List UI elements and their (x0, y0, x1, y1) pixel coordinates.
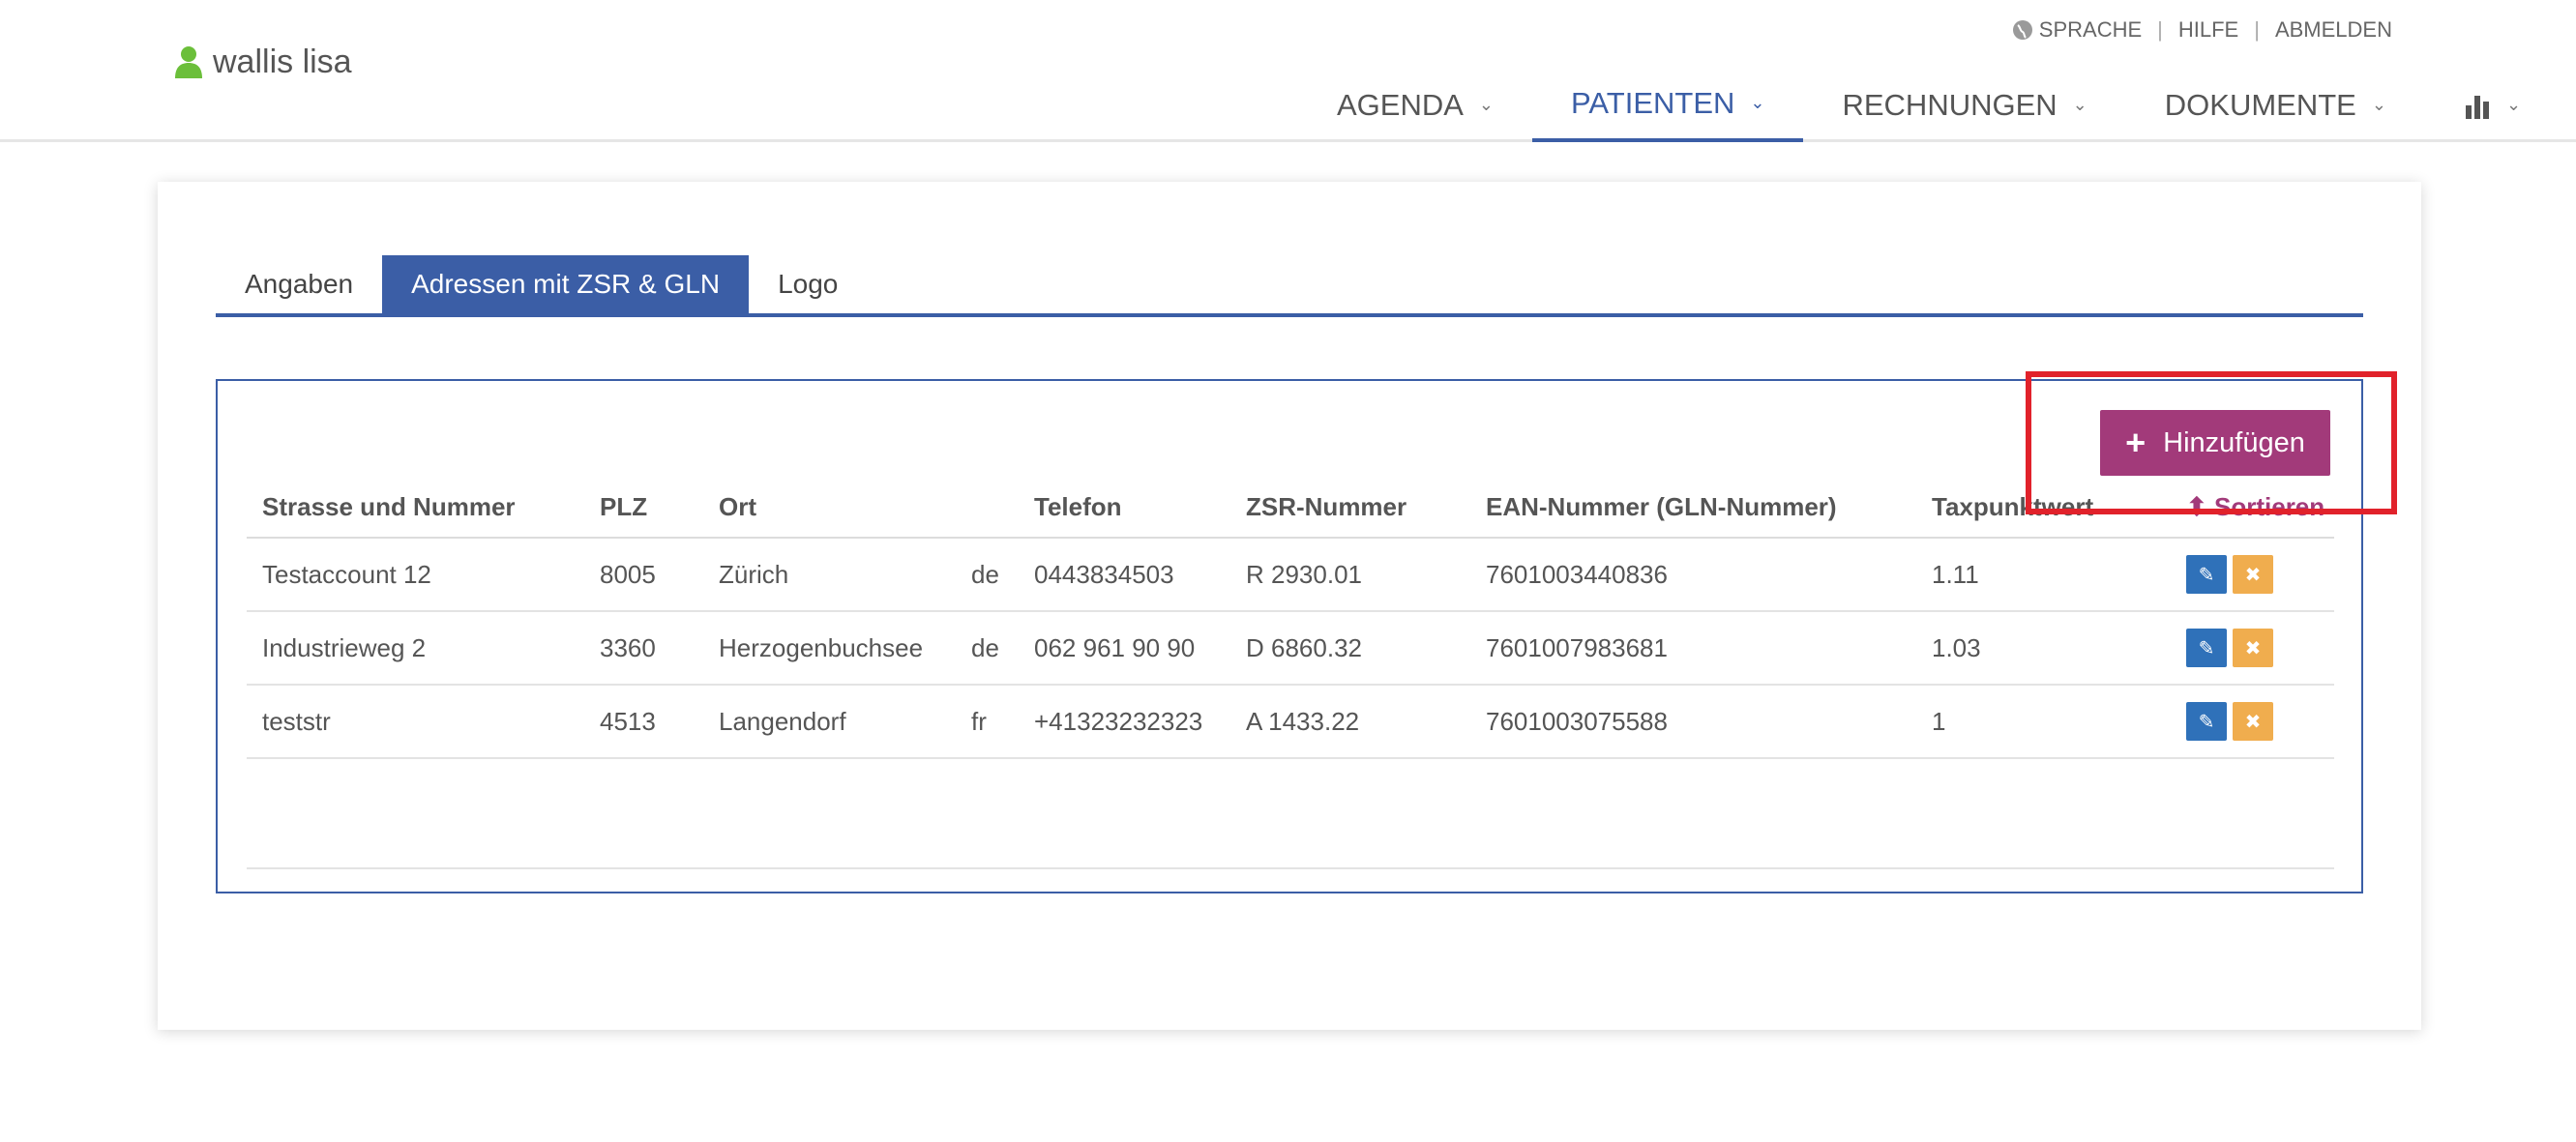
nav-statistics[interactable]: ⌄ (2425, 68, 2560, 142)
nav-agenda[interactable]: AGENDA ⌄ (1298, 68, 1532, 142)
cell-street: Testaccount 12 (247, 538, 584, 612)
user-name: wallis lisa (213, 43, 352, 80)
main-nav: AGENDA ⌄ PATIENTEN ⌄ RECHNUNGEN ⌄ DOKUME… (1298, 68, 2576, 145)
edit-icon[interactable]: ✎ (2186, 702, 2227, 741)
cell-street: teststr (247, 685, 584, 759)
address-table: Strasse und Nummer PLZ Ort Telefon ZSR-N… (247, 478, 2334, 869)
table-row: teststr 4513 Langendorf fr +41323232323 … (247, 685, 2334, 759)
table-spacer-row (247, 758, 2334, 869)
cell-plz: 4513 (584, 685, 703, 759)
cell-tax: 1.03 (1916, 611, 2171, 686)
close-icon[interactable]: ✖ (2233, 629, 2273, 667)
chevron-down-icon: ⌄ (1478, 95, 1495, 114)
table-row: Industrieweg 2 3360 Herzogenbuchsee de 0… (247, 611, 2334, 686)
col-lang (956, 478, 1019, 539)
cell-lang: de (956, 538, 1019, 612)
chevron-down-icon: ⌄ (2505, 95, 2522, 114)
cell-street: Industrieweg 2 (247, 611, 584, 686)
cell-actions: ✎ ✖ (2171, 538, 2334, 612)
cell-telefon: 062 961 90 90 (1019, 611, 1230, 686)
nav-dokumente-label: DOKUMENTE (2164, 87, 2356, 122)
user-icon (175, 46, 202, 78)
cell-plz: 8005 (584, 538, 703, 612)
tab-adressen[interactable]: Adressen mit ZSR & GLN (382, 255, 750, 313)
cell-actions: ✎ ✖ (2171, 685, 2334, 759)
cell-tax: 1.11 (1916, 538, 2171, 612)
header: wallis lisa SPRACHE | HILFE | ABMELDEN A… (0, 0, 2576, 142)
edit-icon[interactable]: ✎ (2186, 629, 2227, 667)
col-telefon: Telefon (1019, 478, 1230, 539)
cell-tax: 1 (1916, 685, 2171, 759)
close-icon[interactable]: ✖ (2233, 555, 2273, 594)
col-ort: Ort (703, 478, 956, 539)
bar-chart-icon (2465, 95, 2489, 119)
language-link[interactable]: SPRACHE (2039, 17, 2142, 43)
close-icon[interactable]: ✖ (2233, 702, 2273, 741)
nav-patienten-label: PATIENTEN (1571, 85, 1735, 120)
help-link[interactable]: HILFE (2178, 17, 2238, 43)
col-ean: EAN-Nummer (GLN-Nummer) (1470, 478, 1916, 539)
edit-icon[interactable]: ✎ (2186, 555, 2227, 594)
cell-actions: ✎ ✖ (2171, 611, 2334, 686)
tab-logo[interactable]: Logo (749, 255, 867, 313)
table-row: Testaccount 12 8005 Zürich de 0443834503… (247, 538, 2334, 612)
cell-zsr: R 2930.01 (1230, 538, 1470, 612)
nav-rechnungen-label: RECHNUNGEN (1842, 87, 2058, 122)
cell-lang: fr (956, 685, 1019, 759)
cell-ean: 7601003075588 (1470, 685, 1916, 759)
content-card: Angaben Adressen mit ZSR & GLN Logo + Hi… (158, 182, 2421, 1030)
cell-zsr: D 6860.32 (1230, 611, 1470, 686)
cell-telefon: 0443834503 (1019, 538, 1230, 612)
nav-dokumente[interactable]: DOKUMENTE ⌄ (2126, 68, 2425, 142)
cell-ort: Zürich (703, 538, 956, 612)
tab-bar: Angaben Adressen mit ZSR & GLN Logo (216, 255, 2363, 317)
col-plz: PLZ (584, 478, 703, 539)
chevron-down-icon: ⌄ (2371, 95, 2386, 114)
separator: | (2254, 17, 2260, 42)
cell-zsr: A 1433.22 (1230, 685, 1470, 759)
cell-ort: Langendorf (703, 685, 956, 759)
user-display[interactable]: wallis lisa (174, 43, 352, 81)
tab-angaben[interactable]: Angaben (216, 255, 382, 313)
separator: | (2157, 17, 2163, 42)
highlight-box (2026, 371, 2397, 514)
cell-ean: 7601003440836 (1470, 538, 1916, 612)
top-links: SPRACHE | HILFE | ABMELDEN (2012, 15, 2392, 44)
cell-ean: 7601007983681 (1470, 611, 1916, 686)
nav-agenda-label: AGENDA (1337, 87, 1464, 122)
globe-icon (2012, 20, 2032, 40)
cell-telefon: +41323232323 (1019, 685, 1230, 759)
cell-plz: 3360 (584, 611, 703, 686)
col-zsr: ZSR-Nummer (1230, 478, 1470, 539)
cell-ort: Herzogenbuchsee (703, 611, 956, 686)
chevron-down-icon: ⌄ (2072, 95, 2087, 114)
col-street: Strasse und Nummer (247, 478, 584, 539)
chevron-down-icon: ⌄ (1750, 93, 1765, 112)
nav-settings[interactable]: ⌄ (2560, 68, 2576, 142)
cell-lang: de (956, 611, 1019, 686)
table-header-row: Strasse und Nummer PLZ Ort Telefon ZSR-N… (247, 478, 2334, 539)
nav-rechnungen[interactable]: RECHNUNGEN ⌄ (1803, 68, 2125, 142)
nav-patienten[interactable]: PATIENTEN ⌄ (1532, 68, 1804, 142)
logout-link[interactable]: ABMELDEN (2275, 17, 2392, 43)
